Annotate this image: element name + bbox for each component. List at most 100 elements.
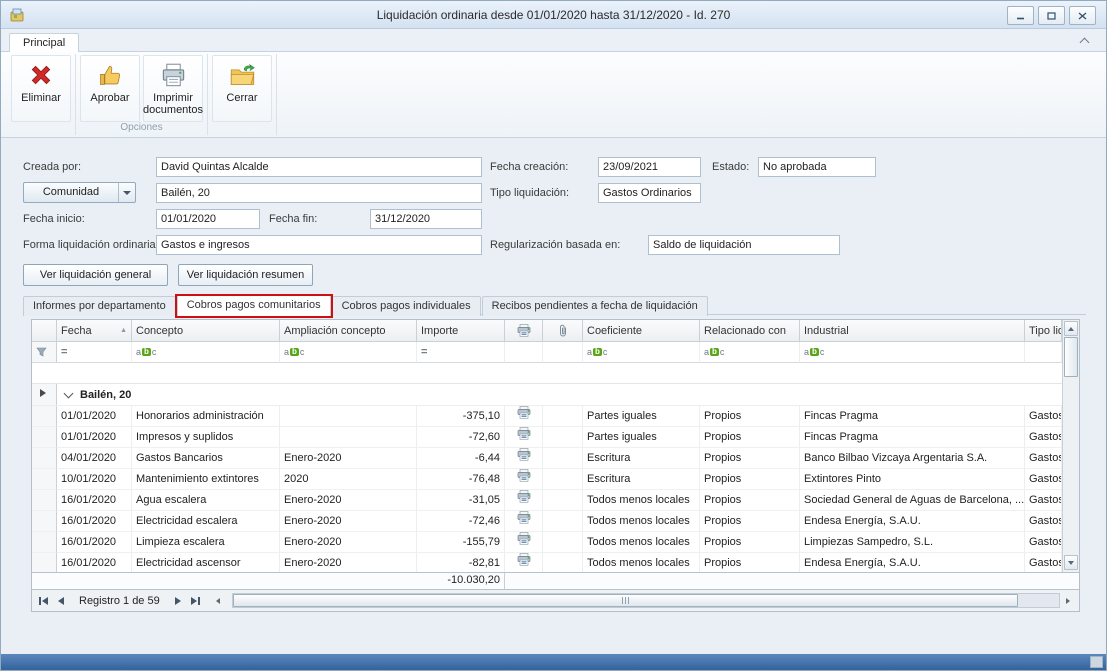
vertical-scrollbar[interactable] xyxy=(1062,320,1079,572)
cell-tipo-liquidacion[interactable]: Gastos xyxy=(1025,490,1062,511)
cell-concepto[interactable]: Mantenimiento extintores xyxy=(132,469,280,490)
cell-attachment[interactable] xyxy=(543,469,583,490)
cell-attachment[interactable] xyxy=(543,532,583,553)
scroll-left-button[interactable] xyxy=(210,593,226,608)
cell-print-icon[interactable] xyxy=(505,490,543,511)
cell-relacionado[interactable]: Propios xyxy=(700,427,800,448)
cell-importe[interactable]: -72,60 xyxy=(417,427,505,448)
cell-ampliacion[interactable]: Enero-2020 xyxy=(280,448,417,469)
cell-tipo-liquidacion[interactable]: Gastos xyxy=(1025,469,1062,490)
cell-attachment[interactable] xyxy=(543,427,583,448)
cell-fecha[interactable]: 01/01/2020 xyxy=(57,427,132,448)
cell-importe[interactable]: -6,44 xyxy=(417,448,505,469)
row-indicator-cell[interactable] xyxy=(32,532,57,553)
cell-relacionado[interactable]: Propios xyxy=(700,532,800,553)
cell-industrial[interactable]: Endesa Energía, S.A.U. xyxy=(800,553,1025,574)
cell-print-icon[interactable] xyxy=(505,406,543,427)
cell-ampliacion[interactable]: Enero-2020 xyxy=(280,511,417,532)
comunidad-field[interactable]: Bailén, 20 xyxy=(156,183,482,203)
previous-record-button[interactable] xyxy=(52,593,69,609)
cell-concepto[interactable]: Electricidad ascensor xyxy=(132,553,280,574)
cell-attachment[interactable] xyxy=(543,490,583,511)
resize-grip[interactable] xyxy=(1090,656,1103,668)
cell-ampliacion[interactable]: 2020 xyxy=(280,469,417,490)
cell-fecha[interactable]: 16/01/2020 xyxy=(57,532,132,553)
column-header-concepto[interactable]: Concepto xyxy=(132,320,280,342)
ribbon-collapse-button[interactable] xyxy=(1076,34,1092,48)
column-header-ampliacion[interactable]: Ampliación concepto xyxy=(280,320,417,342)
minimize-button[interactable] xyxy=(1007,6,1034,25)
cell-attachment[interactable] xyxy=(543,448,583,469)
regularizacion-field[interactable]: Saldo de liquidación xyxy=(648,235,840,255)
cell-fecha[interactable]: 01/01/2020 xyxy=(57,406,132,427)
cell-industrial[interactable]: Limpiezas Sampedro, S.L. xyxy=(800,532,1025,553)
filter-industrial[interactable]: abc xyxy=(800,342,1025,363)
cell-print-icon[interactable] xyxy=(505,532,543,553)
cell-importe[interactable]: -31,05 xyxy=(417,490,505,511)
cell-concepto[interactable]: Electricidad escalera xyxy=(132,511,280,532)
filter-attachment[interactable] xyxy=(543,342,583,363)
maximize-button[interactable] xyxy=(1038,6,1065,25)
cell-ampliacion[interactable] xyxy=(280,427,417,448)
grid-row[interactable]: 10/01/2020Mantenimiento extintores2020-7… xyxy=(32,469,1062,490)
group-row[interactable]: Bailén, 20 xyxy=(32,384,1062,406)
comunidad-dropdown[interactable]: Comunidad xyxy=(23,182,136,203)
horizontal-scroll-thumb[interactable] xyxy=(233,594,1018,607)
tab-recibos-pendientes[interactable]: Recibos pendientes a fecha de liquidació… xyxy=(482,296,708,316)
cell-importe[interactable]: -82,81 xyxy=(417,553,505,574)
row-indicator-cell[interactable] xyxy=(32,406,57,427)
ver-liquidacion-general-button[interactable]: Ver liquidación general xyxy=(23,264,168,286)
fecha-creacion-field[interactable]: 23/09/2021 xyxy=(598,157,701,177)
last-record-button[interactable] xyxy=(187,593,204,609)
cell-industrial[interactable]: Fincas Pragma xyxy=(800,406,1025,427)
ver-liquidacion-resumen-button[interactable]: Ver liquidación resumen xyxy=(178,264,313,286)
fecha-fin-field[interactable]: 31/12/2020 xyxy=(370,209,482,229)
vertical-scroll-thumb[interactable] xyxy=(1064,337,1078,377)
row-indicator-cell[interactable] xyxy=(32,427,57,448)
filter-concepto[interactable]: abc xyxy=(132,342,280,363)
cell-industrial[interactable]: Extintores Pinto xyxy=(800,469,1025,490)
row-indicator-cell[interactable] xyxy=(32,511,57,532)
filter-ampliacion[interactable]: abc xyxy=(280,342,417,363)
cell-concepto[interactable]: Impresos y suplidos xyxy=(132,427,280,448)
column-header-relacionado[interactable]: Relacionado con xyxy=(700,320,800,342)
close-button[interactable] xyxy=(1069,6,1096,25)
scroll-down-button[interactable] xyxy=(1064,555,1078,570)
grid-row[interactable]: 16/01/2020Limpieza escaleraEnero-2020-15… xyxy=(32,532,1062,553)
cell-relacionado[interactable]: Propios xyxy=(700,448,800,469)
row-indicator-cell[interactable] xyxy=(32,553,57,574)
cell-coeficiente[interactable]: Todos menos locales xyxy=(583,511,700,532)
filter-relacionado[interactable]: abc xyxy=(700,342,800,363)
cell-importe[interactable]: -72,46 xyxy=(417,511,505,532)
row-indicator-cell[interactable] xyxy=(32,490,57,511)
cell-print-icon[interactable] xyxy=(505,427,543,448)
horizontal-scrollbar[interactable] xyxy=(232,593,1060,608)
imprimir-documentos-button[interactable]: Imprimir documentos xyxy=(143,55,203,122)
cell-importe[interactable]: -155,79 xyxy=(417,532,505,553)
cell-ampliacion[interactable]: Enero-2020 xyxy=(280,532,417,553)
cell-industrial[interactable]: Fincas Pragma xyxy=(800,427,1025,448)
grid-row[interactable]: 16/01/2020Electricidad ascensorEnero-202… xyxy=(32,553,1062,574)
column-header-fecha[interactable]: Fecha▲ xyxy=(57,320,132,342)
cell-industrial[interactable]: Sociedad General de Aguas de Barcelona, … xyxy=(800,490,1025,511)
cell-attachment[interactable] xyxy=(543,553,583,574)
filter-coeficiente[interactable]: abc xyxy=(583,342,700,363)
cell-coeficiente[interactable]: Partes iguales xyxy=(583,406,700,427)
filter-print[interactable] xyxy=(505,342,543,363)
tab-cobros-pagos-comunitarios[interactable]: Cobros pagos comunitarios xyxy=(177,295,331,316)
row-indicator-cell[interactable] xyxy=(32,448,57,469)
cell-print-icon[interactable] xyxy=(505,469,543,490)
cell-attachment[interactable] xyxy=(543,511,583,532)
cell-coeficiente[interactable]: Todos menos locales xyxy=(583,490,700,511)
group-expand-icon[interactable] xyxy=(64,388,74,398)
cell-concepto[interactable]: Gastos Bancarios xyxy=(132,448,280,469)
cell-relacionado[interactable]: Propios xyxy=(700,490,800,511)
filter-fecha[interactable]: = xyxy=(57,342,132,363)
scroll-right-button[interactable] xyxy=(1060,593,1076,608)
cell-tipo-liquidacion[interactable]: Gastos xyxy=(1025,532,1062,553)
estado-field[interactable]: No aprobada xyxy=(758,157,876,177)
cell-concepto[interactable]: Agua escalera xyxy=(132,490,280,511)
next-record-button[interactable] xyxy=(170,593,187,609)
cell-coeficiente[interactable]: Partes iguales xyxy=(583,427,700,448)
cell-tipo-liquidacion[interactable]: Gastos xyxy=(1025,406,1062,427)
